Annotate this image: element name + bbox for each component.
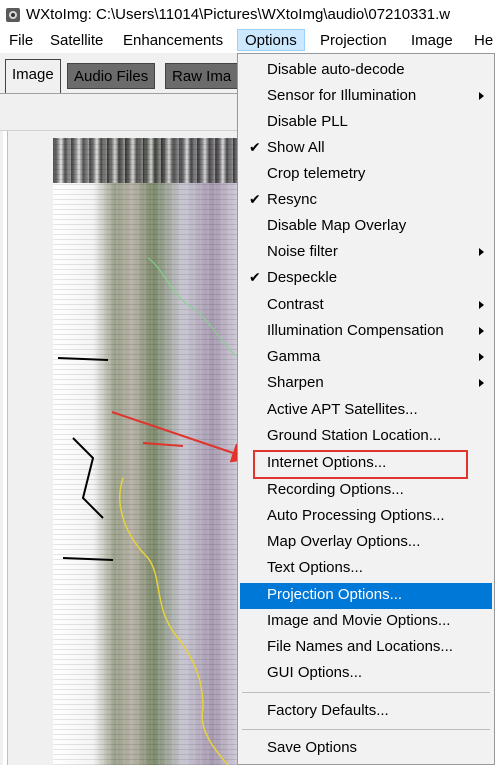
menu-item-despeckle[interactable]: ✔ Despeckle: [240, 266, 492, 292]
menu-item-noise-filter[interactable]: Noise filter: [240, 240, 492, 266]
menu-item-label: Resync: [267, 191, 318, 208]
menu-item-label: Factory Defaults...: [267, 702, 389, 719]
menu-item-recording-options[interactable]: Recording Options...: [240, 478, 492, 504]
menu-item-label: File Names and Locations...: [267, 638, 453, 655]
submenu-arrow-icon: [479, 92, 484, 100]
map-overlay: [57, 257, 240, 765]
menu-item-label: GUI Options...: [267, 664, 363, 681]
tab-image[interactable]: Image: [5, 59, 61, 93]
menu-item-auto-processing-options[interactable]: Auto Processing Options...: [240, 504, 492, 530]
window-title: WXtoImg: C:\Users\11014\Pictures\WXtoImg…: [26, 6, 451, 23]
menu-item-crop-telemetry[interactable]: Crop telemetry: [240, 162, 492, 188]
menu-item-active-apt-satellites[interactable]: Active APT Satellites...: [240, 398, 492, 424]
menu-item-label: Sharpen: [267, 374, 324, 391]
menu-projection[interactable]: Projection: [320, 32, 387, 49]
menu-options[interactable]: Options: [237, 29, 305, 51]
menu-item-file-names-and-locations[interactable]: File Names and Locations...: [240, 635, 492, 661]
tab-audio-files[interactable]: Audio Files: [67, 63, 156, 89]
check-icon: ✔: [249, 139, 261, 155]
menu-item-disable-auto-decode[interactable]: Disable auto-decode: [240, 58, 492, 84]
options-dropdown-menu: Disable auto-decode Sensor for Illuminat…: [237, 53, 495, 765]
menu-satellite[interactable]: Satellite: [50, 32, 103, 49]
menu-item-label: Auto Processing Options...: [267, 507, 445, 524]
menu-item-label: Show All: [267, 139, 325, 156]
menu-item-gamma[interactable]: Gamma: [240, 345, 492, 371]
menu-item-label: Active APT Satellites...: [267, 401, 418, 418]
menu-item-label: Illumination Compensation: [267, 322, 444, 339]
menu-item-resync[interactable]: ✔ Resync: [240, 188, 492, 214]
submenu-arrow-icon: [479, 379, 484, 387]
menu-item-label: Sensor for Illumination: [267, 87, 417, 104]
menu-item-label: Projection Options...: [267, 586, 403, 603]
menu-bar: File Satellite Enhancements Options Proj…: [0, 29, 495, 53]
submenu-arrow-icon: [479, 301, 484, 309]
menu-item-label: Recording Options...: [267, 481, 404, 498]
menu-item-illumination-compensation[interactable]: Illumination Compensation: [240, 319, 492, 345]
menu-item-label: Gamma: [267, 348, 321, 365]
menu-item-show-all[interactable]: ✔ Show All: [240, 136, 492, 162]
menu-item-disable-map-overlay[interactable]: Disable Map Overlay: [240, 214, 492, 240]
menu-item-label: Disable auto-decode: [267, 61, 405, 78]
menu-item-label: Despeckle: [267, 269, 338, 286]
menu-item-image-and-movie-options[interactable]: Image and Movie Options...: [240, 609, 492, 635]
menu-item-label: Crop telemetry: [267, 165, 366, 182]
tab-strip: Image Audio Files Raw Ima: [0, 53, 240, 94]
menu-item-map-overlay-options[interactable]: Map Overlay Options...: [240, 530, 492, 556]
menu-item-factory-defaults[interactable]: Factory Defaults...: [240, 699, 492, 725]
menu-item-label: Map Overlay Options...: [267, 533, 421, 550]
menu-item-gui-options[interactable]: GUI Options...: [240, 661, 492, 687]
menu-item-projection-options[interactable]: Projection Options...: [240, 583, 492, 609]
annotation-highlight-box: [253, 450, 468, 479]
menu-separator: [242, 692, 490, 693]
toolbar-area: [0, 94, 240, 131]
satellite-image: [53, 138, 240, 765]
menu-image[interactable]: Image: [411, 32, 453, 49]
menu-item-label: Disable PLL: [267, 113, 348, 130]
vertical-scrollbar[interactable]: [3, 131, 8, 765]
menu-help[interactable]: He: [474, 32, 493, 49]
menu-item-label: Disable Map Overlay: [267, 217, 407, 234]
menu-separator: [242, 729, 490, 730]
submenu-arrow-icon: [479, 353, 484, 361]
menu-item-ground-station-location[interactable]: Ground Station Location...: [240, 424, 492, 450]
menu-item-label: Text Options...: [267, 559, 363, 576]
check-icon: ✔: [249, 269, 261, 285]
wxtoimg-app-icon: [6, 8, 20, 22]
tab-raw-image[interactable]: Raw Ima: [165, 63, 239, 89]
menu-item-sensor-for-illumination[interactable]: Sensor for Illumination: [240, 84, 492, 110]
check-icon: ✔: [249, 191, 261, 207]
menu-item-label: Contrast: [267, 296, 324, 313]
menu-item-label: Image and Movie Options...: [267, 612, 451, 629]
menu-item-label: Save Options: [267, 739, 358, 756]
menu-item-label: Noise filter: [267, 243, 338, 260]
menu-file[interactable]: File: [9, 32, 33, 49]
submenu-arrow-icon: [479, 248, 484, 256]
menu-item-text-options[interactable]: Text Options...: [240, 556, 492, 582]
menu-item-label: Ground Station Location...: [267, 427, 442, 444]
menu-item-save-options[interactable]: Save Options: [240, 736, 492, 762]
title-bar: WXtoImg: C:\Users\11014\Pictures\WXtoImg…: [0, 0, 495, 29]
menu-item-sharpen[interactable]: Sharpen: [240, 371, 492, 397]
menu-enhancements[interactable]: Enhancements: [123, 32, 223, 49]
menu-item-disable-pll[interactable]: Disable PLL: [240, 110, 492, 136]
menu-item-contrast[interactable]: Contrast: [240, 293, 492, 319]
submenu-arrow-icon: [479, 327, 484, 335]
